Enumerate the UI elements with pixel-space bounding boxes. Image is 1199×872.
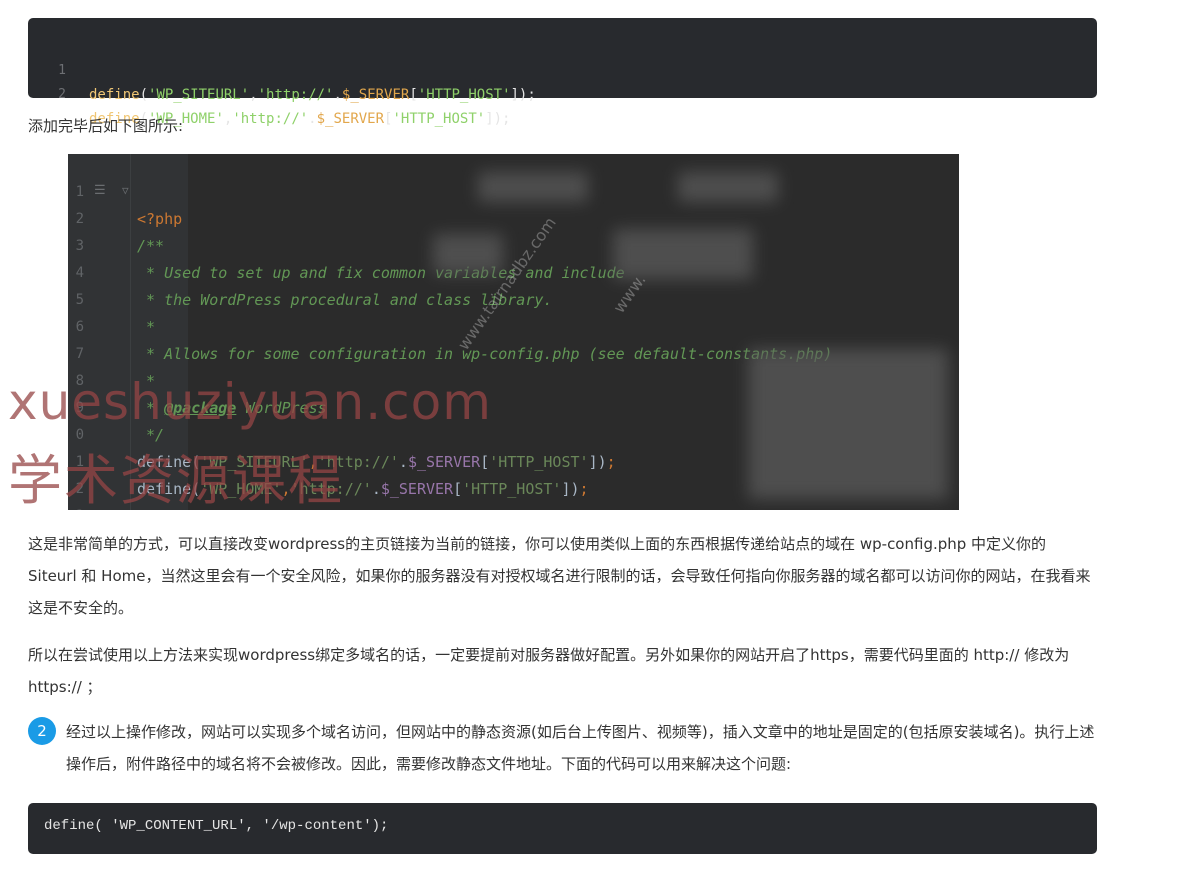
- code-punct: ]);: [510, 87, 536, 103]
- blurred-region: [678, 172, 778, 202]
- code-block-2: define( 'WP_CONTENT_URL', '/wp-content')…: [28, 803, 1097, 854]
- watermark-url: xueshuziyuan.com: [8, 373, 492, 431]
- code-line: 2 define('WP_HOME','http://'.$_SERVER['H…: [28, 59, 510, 127]
- code-string: 'WP_SITEURL': [148, 87, 250, 103]
- line-number: 2: [58, 87, 66, 102]
- code-punct: [: [409, 87, 418, 103]
- blurred-region: [478, 172, 588, 202]
- blurred-region: [748, 349, 948, 499]
- blurred-region: [433, 234, 503, 274]
- code-punct: .: [333, 87, 342, 103]
- code-block-1: 1 define('WP_SITEURL','http://'.$_SERVER…: [28, 18, 1097, 127]
- paragraph-1: 这是非常简单的方式，可以直接改变wordpress的主页链接为当前的链接，你可以…: [28, 535, 1091, 617]
- code-string: 'http://': [257, 87, 334, 103]
- paragraph-2: 所以在尝试使用以上方法来实现wordpress绑定多域名的话，一定要提前对服务器…: [28, 646, 1070, 696]
- code-variable: $_SERVER: [316, 111, 385, 127]
- code-punct: (: [139, 87, 149, 103]
- watermark-title: 学术资源课程: [8, 449, 344, 512]
- step-number-badge: 2: [28, 717, 56, 745]
- code-variable: $_SERVER: [341, 87, 410, 103]
- ide-line: 3 * Used to set up and fix common variab…: [68, 206, 959, 282]
- step-text: 经过以上操作修改，网站可以实现多个域名访问，但网站中的静态资源(如后台上传图片、…: [66, 723, 1095, 773]
- code-function: define: [89, 87, 140, 103]
- code-punct: ,: [249, 87, 258, 103]
- ide-line: 7 *: [68, 314, 959, 390]
- code-string: 'HTTP_HOST': [392, 111, 486, 127]
- code-punct: .: [308, 111, 317, 127]
- caption-text: 添加完毕后如下图所示:: [28, 117, 184, 135]
- ide-line: 6 * Allows for some configuration in wp-…: [68, 287, 959, 363]
- code-line: 1 define('WP_SITEURL','http://'.$_SERVER…: [28, 35, 536, 103]
- code-string: 'HTTP_HOST': [417, 87, 511, 103]
- code-line: define( 'WP_CONTENT_URL', '/wp-content')…: [44, 818, 389, 834]
- code-string: 'http://': [232, 111, 309, 127]
- code-punct: ]);: [485, 111, 511, 127]
